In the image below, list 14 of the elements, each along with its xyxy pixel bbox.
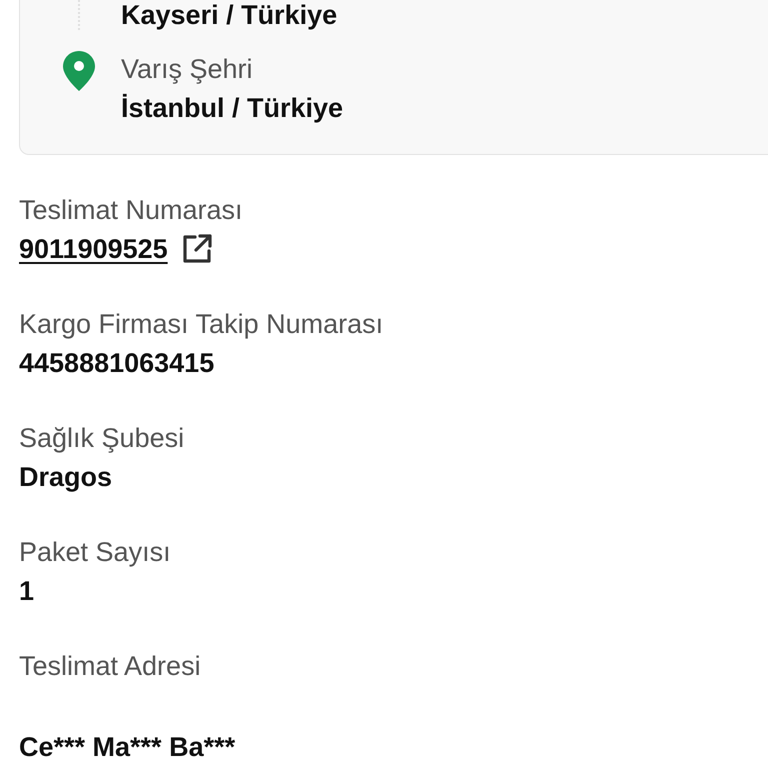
origin-city: Kayseri / Türkiye bbox=[121, 0, 338, 30]
detail-value: 4458881063415 bbox=[19, 347, 216, 380]
detail-label: Teslimat Numarası bbox=[19, 194, 244, 227]
detail-value: 1 bbox=[19, 575, 36, 608]
detail-label: Teslimat Adresi bbox=[19, 650, 202, 683]
detail-value: Ce*** Ma*** Ba*** bbox=[19, 731, 236, 764]
detail-label: Paket Sayısı bbox=[19, 536, 172, 569]
detail-value: Dragos bbox=[19, 461, 114, 494]
destination-city: İstanbul / Türkiye bbox=[121, 92, 344, 125]
location-pin-icon bbox=[62, 50, 96, 92]
detail-label: Kargo Firması Takip Numarası bbox=[19, 308, 384, 341]
destination-label: Varış Şehri bbox=[121, 53, 254, 86]
detail-label: Sağlık Şubesi bbox=[19, 422, 186, 455]
delivery-number-link[interactable]: 9011909525 bbox=[19, 229, 168, 269]
